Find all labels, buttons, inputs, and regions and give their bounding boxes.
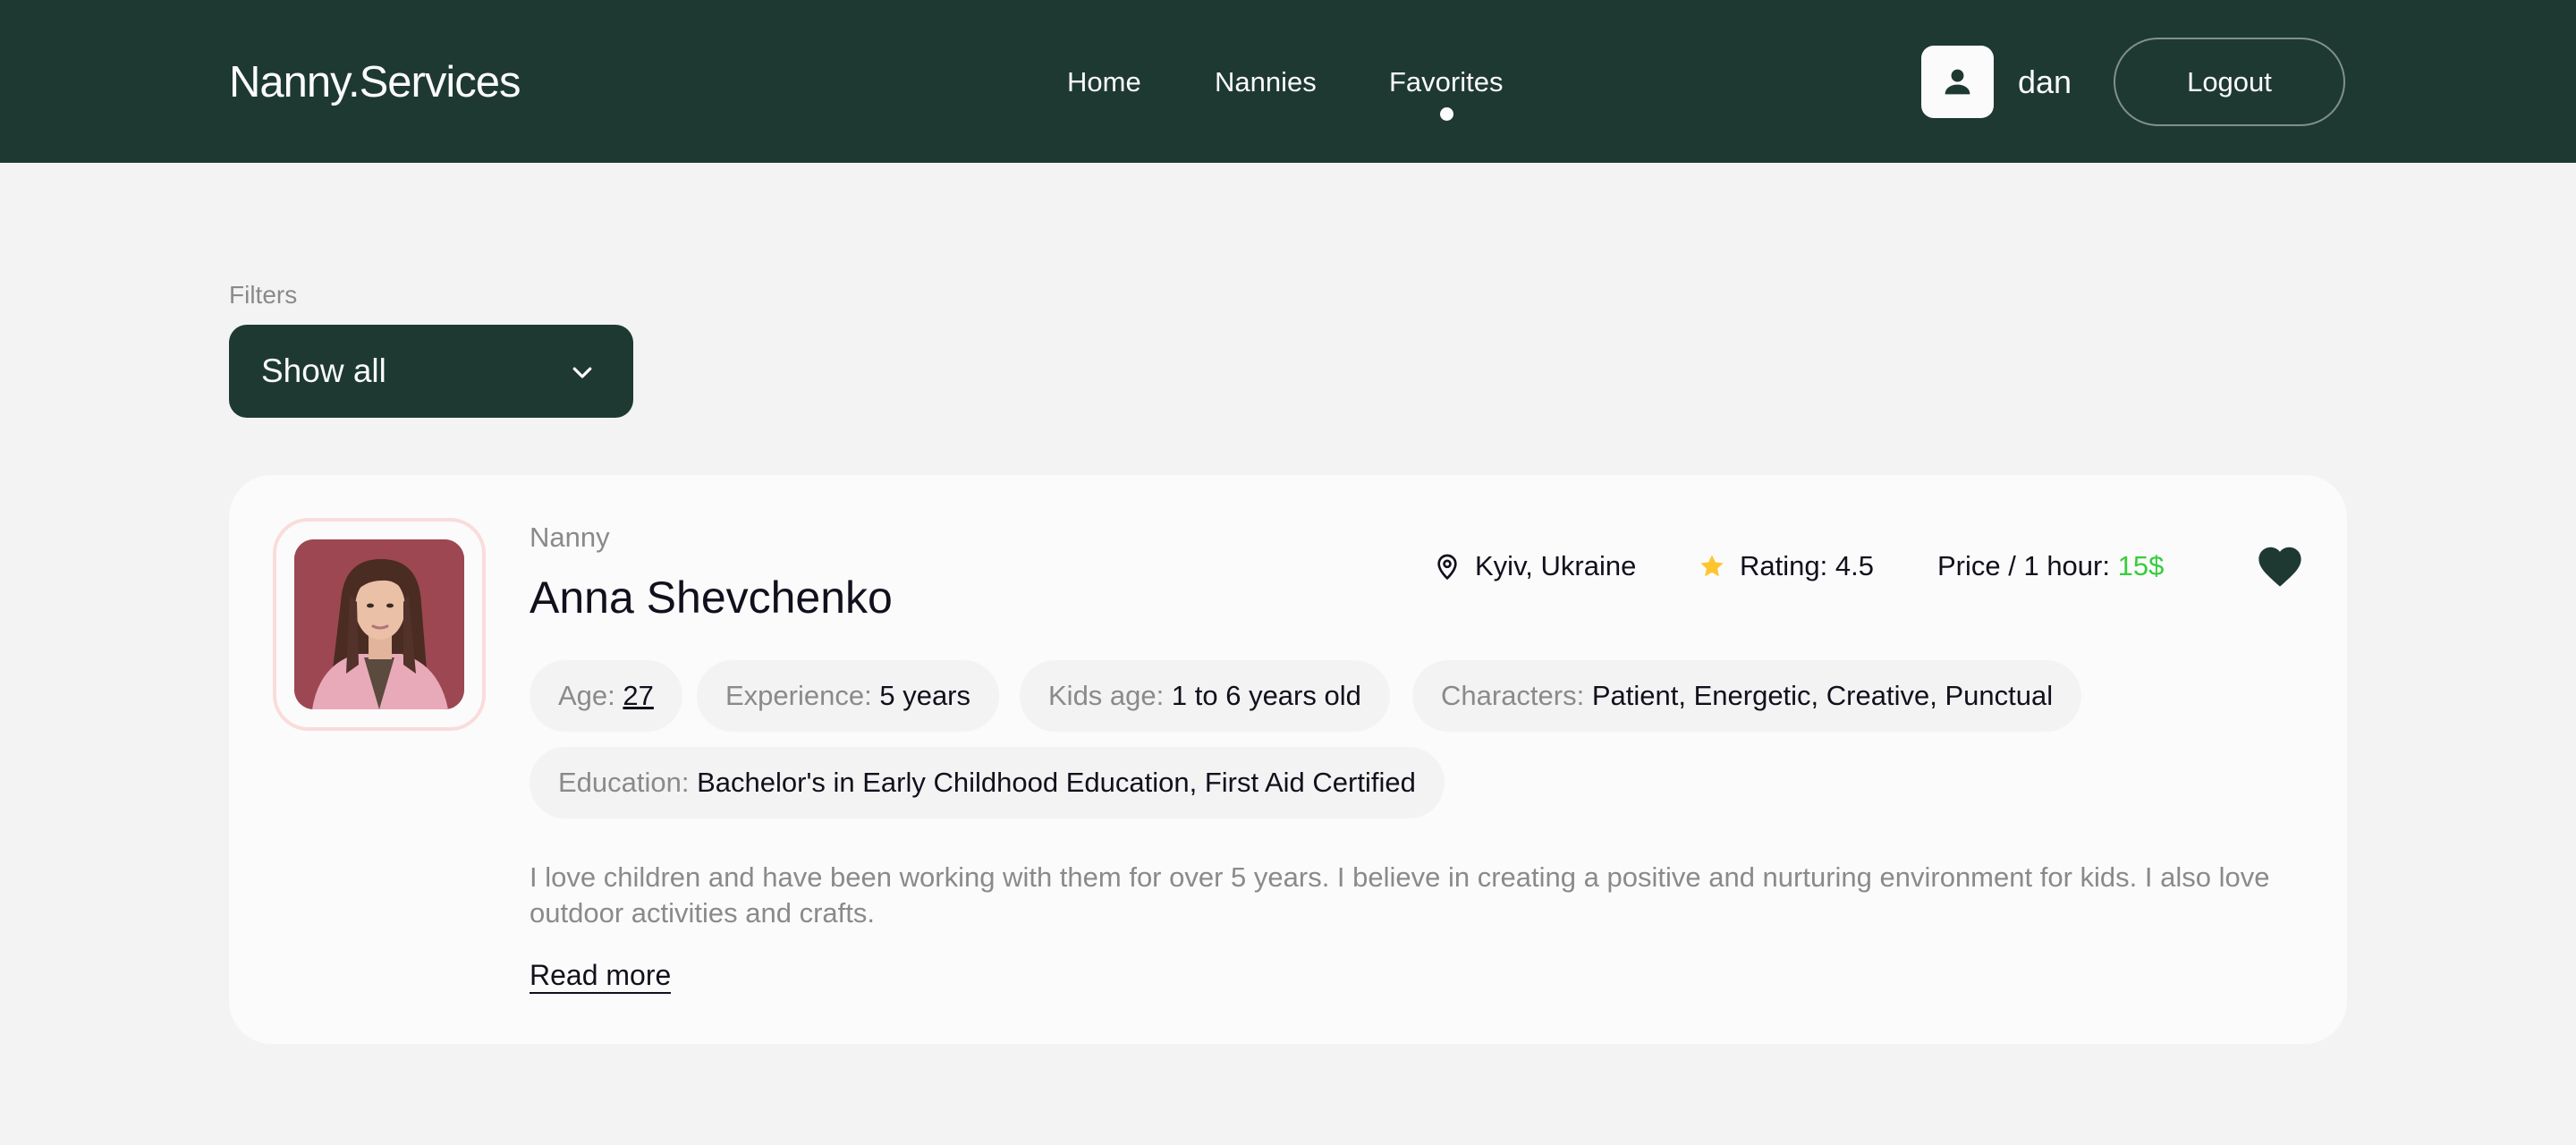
active-nav-indicator [1440, 107, 1453, 121]
filter-selected-value: Show all [261, 352, 386, 389]
chip-age-value: 27 [623, 680, 654, 711]
chip-education-label: Education: [558, 767, 690, 798]
filters-label: Filters [229, 281, 298, 309]
top-nav-bar: Nanny.Services Home Nannies Favorites da… [0, 0, 2576, 163]
map-pin-icon [1437, 554, 1457, 581]
nav-link-nannies[interactable]: Nannies [1215, 64, 1317, 100]
nanny-role-label: Nanny [530, 522, 610, 553]
nanny-photo [294, 539, 464, 709]
user-icon [1945, 69, 1970, 95]
user-name: dan [2018, 64, 2072, 100]
nanny-about: I love children and have been working wi… [530, 861, 2270, 929]
chip-experience-label: Experience: [725, 680, 872, 711]
chip-age-label: Age: [558, 680, 615, 711]
avatar-frame [273, 518, 486, 731]
price-label: Price / 1 hour: [1937, 550, 2118, 581]
user-avatar [1921, 46, 1994, 118]
filter-dropdown[interactable]: Show all [229, 325, 633, 418]
chip-characters: Characters: Patient, Energetic, Creative… [1412, 660, 2082, 732]
price-value: 15$ [2117, 550, 2165, 581]
nanny-card: Nanny Anna Shevchenko Kyiv, Ukraine Rati… [229, 475, 2347, 1044]
read-more-link[interactable]: Read more [530, 958, 672, 994]
favorite-button[interactable] [2256, 543, 2304, 588]
rating-text: Rating: 4.5 [1740, 550, 1874, 581]
chip-experience-value: 5 years [879, 680, 971, 711]
chip-age: Age: 27 [530, 660, 682, 732]
nanny-price: Price / 1 hour: 15$ [1937, 548, 2164, 584]
nanny-name: Anna Shevchenko [530, 572, 893, 623]
chip-kids-age-label: Kids age: [1048, 680, 1165, 711]
chip-kids-age: Kids age: 1 to 6 years old [1020, 660, 1390, 732]
chip-characters-label: Characters: [1441, 680, 1585, 711]
chip-experience: Experience: 5 years [697, 660, 1000, 732]
chip-education: Education: Bachelor's in Early Childhood… [530, 747, 1445, 818]
chip-characters-value: Patient, Energetic, Creative, Punctual [1591, 680, 2054, 711]
nav-link-home[interactable]: Home [1067, 64, 1141, 100]
star-icon [1700, 555, 1724, 577]
chip-kids-age-value: 1 to 6 years old [1171, 680, 1361, 711]
chevron-down-icon [572, 367, 592, 378]
nav-link-favorites[interactable]: Favorites [1389, 64, 1503, 100]
heart-icon [2258, 547, 2301, 587]
logout-button[interactable]: Logout [2114, 38, 2345, 126]
chip-education-value: Bachelor's in Early Childhood Education,… [697, 767, 1416, 798]
logo[interactable]: Nanny.Services [229, 55, 521, 109]
location-text: Kyiv, Ukraine [1475, 550, 1637, 581]
